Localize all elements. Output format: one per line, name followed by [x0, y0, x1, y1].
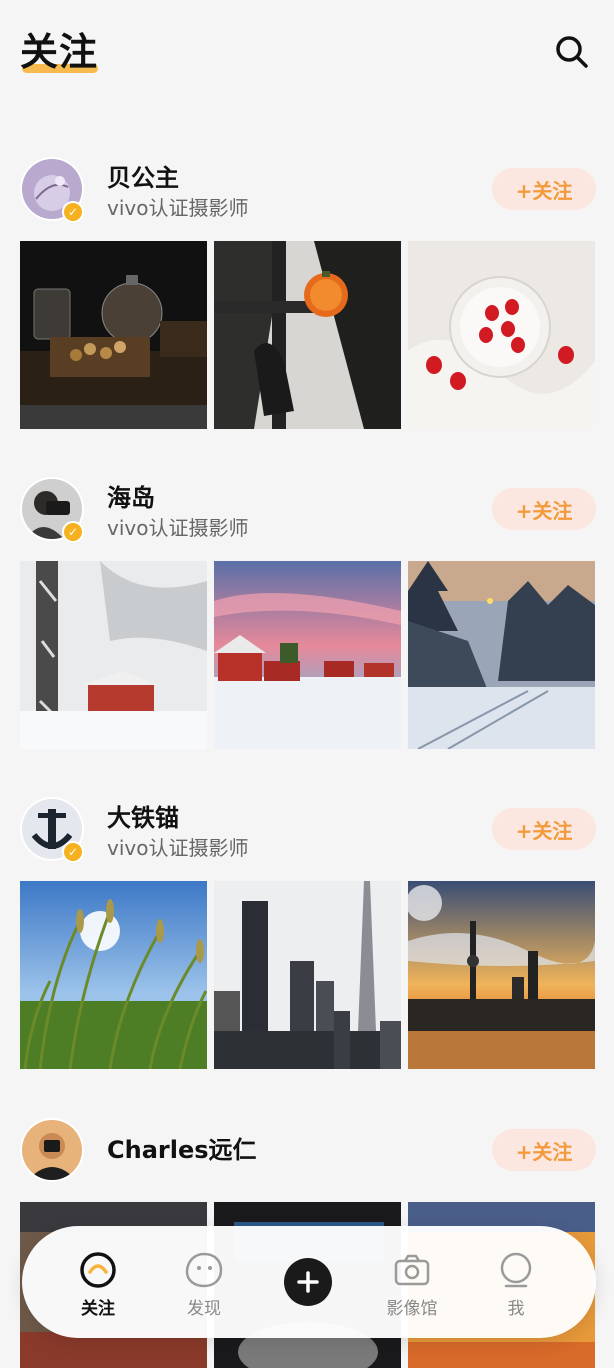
tab-label: 我: [507, 1299, 525, 1319]
post-header: ✓ 贝公主 vivo认证摄影师 +关注: [0, 157, 614, 227]
profile-icon: [500, 1252, 532, 1288]
user-name[interactable]: Charles远仁: [107, 1135, 257, 1165]
photo-grid: [20, 241, 596, 429]
user-subtitle: vivo认证摄影师: [107, 836, 249, 860]
add-button[interactable]: [284, 1258, 332, 1306]
photo-grid: [20, 881, 596, 1069]
photo-grid: [20, 561, 596, 749]
plus-icon: [297, 1271, 319, 1293]
page-title: 关注: [20, 28, 98, 76]
page-title-text: 关注: [20, 30, 99, 74]
user-subtitle: vivo认证摄影师: [107, 516, 249, 540]
follow-button[interactable]: +关注: [492, 1129, 596, 1171]
follow-button[interactable]: +关注: [492, 168, 596, 210]
photo-snow-red-cabin[interactable]: [20, 561, 207, 749]
photo-rice-field-sun[interactable]: [20, 881, 207, 1069]
photo-pink-sky-red-houses[interactable]: [214, 561, 401, 749]
discover-icon: [185, 1252, 223, 1288]
search-icon: [556, 36, 588, 68]
photo-still-life-jars[interactable]: [20, 241, 207, 429]
photo-strawberries-plate[interactable]: [408, 241, 595, 429]
verified-badge: ✓: [62, 841, 84, 863]
follow-button[interactable]: +关注: [492, 808, 596, 850]
page-header: 关注: [0, 0, 614, 110]
tab-follow[interactable]: 关注: [46, 1226, 150, 1338]
photo-snowy-forest-road[interactable]: [408, 561, 595, 749]
tab-label: 关注: [81, 1299, 115, 1319]
photo-city-towers[interactable]: [214, 881, 401, 1069]
bottom-tab-bar: 关注 发现 影像馆 我: [22, 1226, 596, 1338]
follow-icon: [80, 1252, 116, 1288]
tab-label: 发现: [187, 1299, 221, 1319]
follow-button[interactable]: +关注: [492, 488, 596, 530]
post-header: Charles远仁 +关注: [0, 1118, 614, 1188]
user-subtitle: vivo认证摄影师: [107, 196, 249, 220]
photo-skyline-sunset[interactable]: [408, 881, 595, 1069]
user-name[interactable]: 大铁锚: [107, 803, 179, 833]
user-name[interactable]: 海岛: [107, 483, 155, 513]
tab-discover[interactable]: 发现: [152, 1226, 256, 1338]
post-header: ✓ 大铁锚 vivo认证摄影师 +关注: [0, 797, 614, 867]
verified-badge: ✓: [62, 201, 84, 223]
tab-profile[interactable]: 我: [464, 1226, 568, 1338]
verified-badge: ✓: [62, 521, 84, 543]
camera-icon: [394, 1254, 430, 1286]
tab-gallery[interactable]: 影像馆: [360, 1226, 464, 1338]
avatar[interactable]: [20, 1118, 84, 1182]
user-name[interactable]: 贝公主: [107, 163, 179, 193]
tab-label: 影像馆: [386, 1299, 438, 1319]
post-header: ✓ 海岛 vivo认证摄影师 +关注: [0, 477, 614, 547]
search-button[interactable]: [552, 32, 592, 72]
photo-window-shadow-persimmon[interactable]: [214, 241, 401, 429]
